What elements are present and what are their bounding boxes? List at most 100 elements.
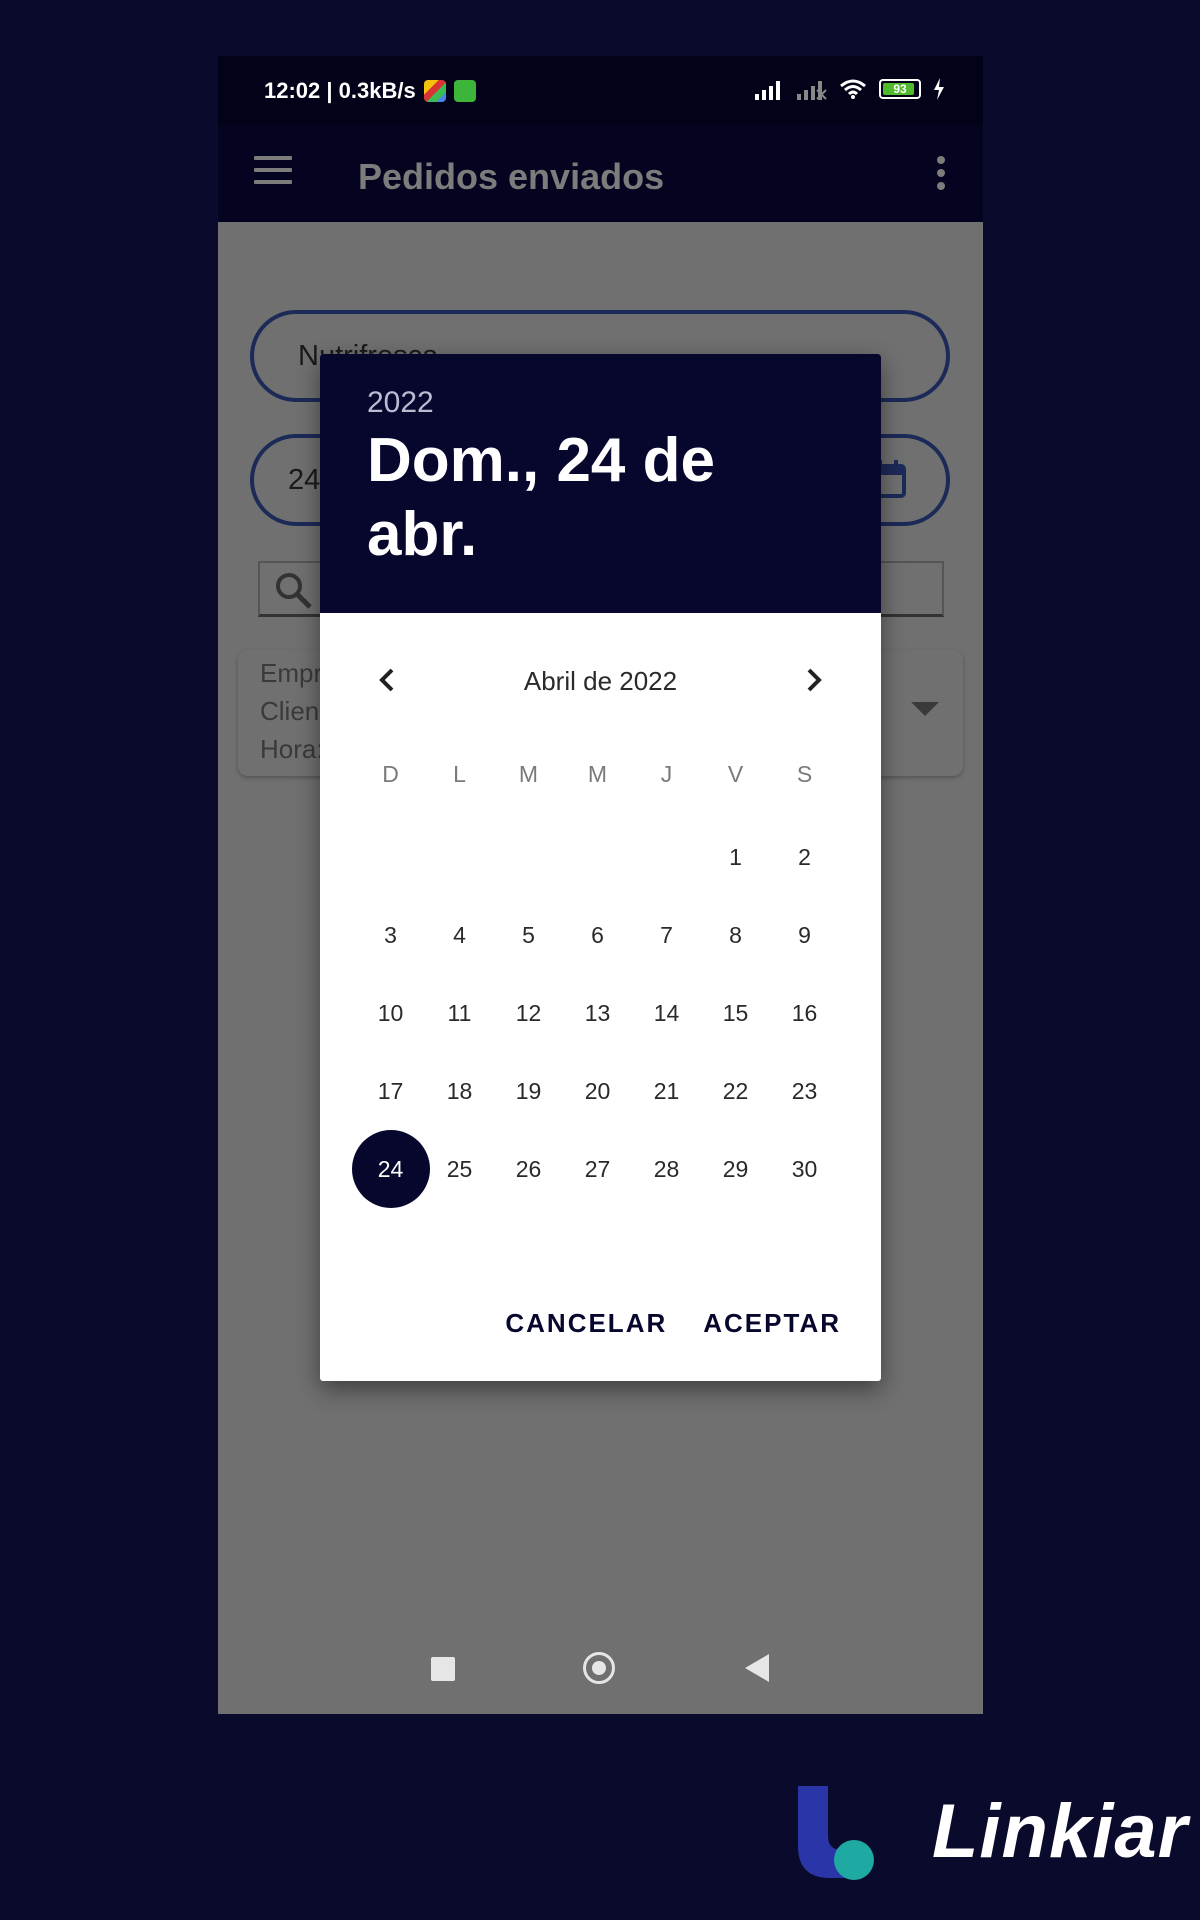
day-number: 8	[729, 921, 742, 948]
cancel-button[interactable]: CANCELAR	[505, 1308, 667, 1339]
day-cell[interactable]: 7	[632, 896, 701, 974]
day-cell[interactable]: 15	[701, 974, 770, 1052]
day-number: 16	[791, 999, 818, 1026]
day-number: 25	[446, 1155, 473, 1182]
order-company-label: Empr	[260, 658, 323, 688]
page-title: Pedidos enviados	[358, 156, 665, 197]
day-number: 29	[722, 1155, 749, 1182]
day-cell[interactable]: 22	[701, 1052, 770, 1130]
battery-level: 93	[893, 82, 907, 96]
day-cell[interactable]: 28	[632, 1130, 701, 1208]
day-cell[interactable]: 10	[356, 974, 425, 1052]
day-number: 26	[515, 1155, 542, 1182]
day-cell[interactable]: 21	[632, 1052, 701, 1130]
expand-caret-icon[interactable]	[911, 702, 939, 716]
picker-year[interactable]: 2022	[367, 386, 434, 420]
day-number: 17	[377, 1077, 404, 1104]
signal-icon	[755, 81, 780, 100]
day-number: 20	[584, 1077, 611, 1104]
day-cell[interactable]: 8	[701, 896, 770, 974]
day-cell[interactable]: 13	[563, 974, 632, 1052]
day-number: 30	[791, 1155, 818, 1182]
date-picker-header: 2022 Dom., 24 de abr.	[320, 354, 881, 613]
back-icon[interactable]	[745, 1654, 769, 1682]
charging-icon	[934, 78, 944, 100]
brand-name: Linkiar	[932, 1789, 1189, 1874]
day-number: 23	[791, 1077, 818, 1104]
status-bar: 12:02 | 0.3kB/s 93	[218, 56, 983, 126]
date-picker-dialog: 2022 Dom., 24 de abr. Abril de 2022 DLMM…	[320, 354, 881, 1381]
day-number: 24	[377, 1155, 404, 1182]
day-number: 18	[446, 1077, 473, 1104]
day-number: 27	[584, 1155, 611, 1182]
day-cell[interactable]: 26	[494, 1130, 563, 1208]
day-blank	[356, 818, 425, 896]
date-value: 24	[288, 464, 321, 496]
day-cell[interactable]: 1	[701, 818, 770, 896]
status-time-speed: 12:02 | 0.3kB/s	[264, 78, 416, 103]
notification-app-icon	[423, 80, 446, 102]
hamburger-icon[interactable]	[254, 156, 292, 188]
day-cell[interactable]: 6	[563, 896, 632, 974]
accept-button[interactable]: ACEPTAR	[703, 1308, 841, 1339]
picker-selected-date: Dom., 24 de abr.	[367, 426, 715, 569]
home-icon[interactable]	[583, 1652, 615, 1684]
day-number: 5	[522, 921, 535, 948]
chevron-right-icon[interactable]	[793, 660, 833, 700]
more-vert-icon[interactable]	[937, 156, 947, 192]
days-grid: 1 2 3 4 5 6 7 8 9 10 11 12 13 14 15 16 17 18 19 20 21 22 23 24 2…	[351, 818, 840, 1208]
order-client-label: Clien	[260, 696, 320, 726]
weekday-label: M	[518, 761, 539, 787]
day-cell[interactable]: 3	[356, 896, 425, 974]
day-number: 14	[653, 999, 680, 1026]
order-time-label: Hora:	[260, 734, 324, 764]
day-cell[interactable]: 18	[425, 1052, 494, 1130]
day-number: 28	[653, 1155, 680, 1182]
weekday-label: J	[660, 761, 673, 787]
android-notification-icon	[453, 80, 476, 102]
day-blank	[494, 818, 563, 896]
day-number: 4	[453, 921, 466, 948]
day-cell[interactable]: 23	[770, 1052, 839, 1130]
day-cell[interactable]: 14	[632, 974, 701, 1052]
day-cell[interactable]: 11	[425, 974, 494, 1052]
app-bar: Pedidos enviados	[218, 126, 983, 222]
day-cell[interactable]: 12	[494, 974, 563, 1052]
day-number: 19	[515, 1077, 542, 1104]
day-number: 21	[653, 1077, 680, 1104]
linkiar-logo: Linkiar	[790, 1786, 1187, 1882]
recent-apps-icon[interactable]	[431, 1657, 455, 1681]
day-number: 13	[584, 999, 611, 1026]
linkiar-logo-mark	[798, 1786, 874, 1880]
day-number: 22	[722, 1077, 749, 1104]
status-left: 12:02 | 0.3kB/s	[264, 78, 476, 104]
day-number: 1	[729, 843, 742, 870]
day-cell[interactable]: 9	[770, 896, 839, 974]
day-cell[interactable]: 2	[770, 818, 839, 896]
day-cell[interactable]: 25	[425, 1130, 494, 1208]
weekday-label: D	[382, 761, 399, 787]
day-cell[interactable]: 29	[701, 1130, 770, 1208]
day-cell[interactable]: 30	[770, 1130, 839, 1208]
dialog-actions: CANCELAR ACEPTAR	[505, 1308, 841, 1339]
day-cell[interactable]: 17	[356, 1052, 425, 1130]
day-number: 6	[591, 921, 604, 948]
weekday-label: L	[453, 761, 466, 787]
day-cell[interactable]: 16	[770, 974, 839, 1052]
battery-icon: 93	[879, 79, 921, 99]
day-cell-selected[interactable]: 24	[351, 1130, 430, 1208]
day-blank	[425, 818, 494, 896]
day-number: 2	[798, 843, 811, 870]
status-right: 93	[755, 78, 945, 100]
signal-no-sim-icon	[797, 81, 827, 100]
day-cell[interactable]: 19	[494, 1052, 563, 1130]
weekday-label: M	[587, 761, 608, 787]
day-cell[interactable]: 4	[425, 896, 494, 974]
day-blank	[632, 818, 701, 896]
day-cell[interactable]: 20	[563, 1052, 632, 1130]
wifi-icon	[840, 79, 866, 99]
day-cell[interactable]: 5	[494, 896, 563, 974]
weekday-label: S	[796, 761, 813, 787]
search-icon	[276, 573, 312, 609]
day-cell[interactable]: 27	[563, 1130, 632, 1208]
